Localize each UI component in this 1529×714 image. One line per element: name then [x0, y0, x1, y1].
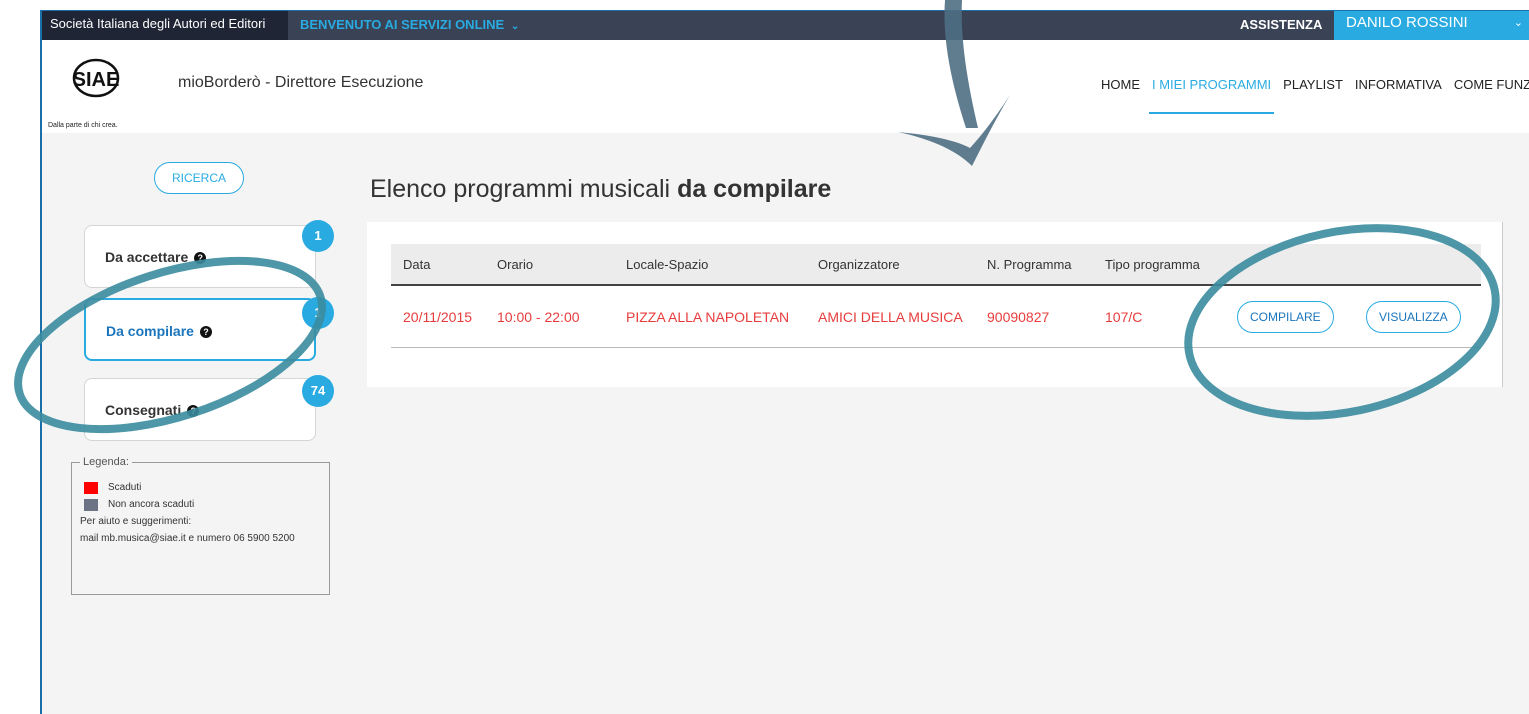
count-badge: 74 [302, 375, 334, 407]
chevron-down-icon: ⌄ [1513, 17, 1523, 29]
cell-program-type: 107/C [1105, 308, 1143, 325]
col-date: Data [403, 256, 431, 272]
legend-expired: Scaduti [108, 482, 142, 493]
view-button[interactable]: VISUALIZZA [1366, 300, 1461, 333]
col-organizer: Organizzatore [818, 256, 900, 272]
help-icon[interactable]: ? [199, 326, 212, 339]
legend-title: Legenda: [80, 456, 132, 468]
main-nav: HOME I MIEI PROGRAMMI PLAYLIST INFORMATI… [1098, 76, 1529, 116]
chevron-down-icon: ⌄ [510, 21, 520, 32]
services-menu[interactable]: BENVENUTO AI SERVIZI ONLINE ⌄ [300, 11, 519, 41]
not-expired-swatch [84, 498, 98, 511]
compile-button[interactable]: COMPILARE [1237, 300, 1334, 333]
help-icon[interactable]: ? [187, 405, 200, 418]
nav-playlist[interactable]: PLAYLIST [1280, 76, 1346, 116]
help-title: Per aiuto e suggerimenti: [80, 516, 192, 527]
cell-program-number: 90090827 [987, 308, 1050, 325]
organization-name: Società Italiana degli Autori ed Editori [42, 11, 288, 41]
app-title: mioBorderò - Direttore Esecuzione [178, 74, 424, 91]
cell-venue: PIZZA ALLA NAPOLETAN [626, 308, 790, 325]
col-program-type: Tipo programma [1105, 256, 1200, 272]
table-row: 20/11/2015 10:00 - 22:00 PIZZA ALLA NAPO… [391, 286, 1481, 348]
siae-logo[interactable]: SIAE Dalla parte di chi crea. [48, 52, 148, 129]
tab-to-compile[interactable]: Da compilare? [84, 298, 316, 361]
user-name: DANILO ROSSINI [1346, 14, 1468, 31]
cell-date: 20/11/2015 [403, 308, 473, 325]
page-title-prefix: Elenco programmi musicali [370, 175, 671, 203]
tab-label: Consegnati [105, 402, 182, 418]
nav-how-it-works[interactable]: COME FUNZIONA [1451, 76, 1529, 116]
legend-not-expired: Non ancora scaduti [108, 499, 195, 510]
nav-info[interactable]: INFORMATIVA [1352, 76, 1445, 116]
cell-time: 10:00 - 22:00 [497, 308, 580, 325]
tab-label: Da compilare [106, 323, 194, 339]
expired-swatch [84, 481, 98, 494]
assistance-link[interactable]: ASSISTENZA [1240, 11, 1322, 41]
page-title-emphasis: da compilare [677, 175, 832, 203]
page-title: Elenco programmi musicali da compilare [370, 175, 831, 204]
search-button[interactable]: RICERCA [154, 162, 244, 194]
header: SIAE Dalla parte di chi crea. mioBorderò… [42, 40, 1529, 133]
logo-icon: SIAE [73, 58, 120, 98]
user-menu[interactable]: DANILO ROSSINI ⌄ [1334, 11, 1529, 41]
help-icon[interactable]: ? [194, 252, 207, 265]
col-time: Orario [497, 256, 534, 272]
count-badge: 1 [302, 297, 334, 329]
compile-cell: COMPILARE [1237, 286, 1334, 347]
table-header: Data Orario Locale-Spazio Organizzatore … [391, 244, 1481, 286]
app-window: Società Italiana degli Autori ed Editori… [40, 10, 1529, 714]
help-contact: mail mb.musica@siae.it e numero 06 5900 … [80, 533, 295, 544]
tab-label: Da accettare [105, 249, 189, 265]
services-menu-label: BENVENUTO AI SERVIZI ONLINE [300, 17, 505, 32]
top-bar: Società Italiana degli Autori ed Editori… [42, 10, 1529, 41]
legend-box: Legenda: Scaduti Non ancora scaduti Per … [71, 456, 330, 595]
count-badge: 1 [302, 220, 334, 252]
cell-organizer: AMICI DELLA MUSICA [818, 308, 963, 325]
col-program-number: N. Programma [987, 256, 1072, 272]
logo-tagline: Dalla parte di chi crea. [48, 122, 118, 129]
logo-text: SIAE [73, 69, 120, 91]
tab-delivered[interactable]: Consegnati? [84, 378, 316, 441]
nav-home[interactable]: HOME [1098, 76, 1143, 116]
col-venue: Locale-Spazio [626, 256, 709, 272]
nav-my-programs[interactable]: I MIEI PROGRAMMI [1149, 76, 1275, 114]
view-cell: VISUALIZZA [1366, 286, 1461, 347]
programs-panel: Data Orario Locale-Spazio Organizzatore … [367, 222, 1503, 387]
tab-to-accept[interactable]: Da accettare? [84, 225, 316, 288]
